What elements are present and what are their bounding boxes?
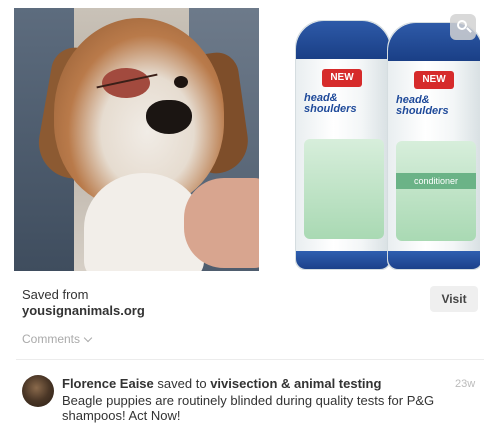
activity-action: saved to — [157, 376, 207, 391]
bottle-base — [296, 251, 390, 269]
pin-image[interactable]: NEW head& shoulders NEW head& shoulders … — [14, 8, 480, 271]
chevron-down-icon — [83, 333, 93, 342]
shampoo-photo: NEW head& shoulders NEW head& shoulders … — [269, 8, 480, 271]
pin-description: Beagle puppies are routinely blinded dur… — [62, 393, 435, 423]
brand-logo: head& shoulders — [396, 95, 476, 117]
comments-label: Comments — [22, 332, 81, 346]
magnify-icon-handle — [466, 27, 472, 33]
saved-from-label: Saved from — [22, 287, 89, 302]
leaf-panel — [396, 141, 476, 241]
brand-line-2: shoulders — [304, 103, 357, 115]
dog-nose — [146, 100, 192, 134]
brand-line-2: shoulders — [396, 105, 449, 117]
zoom-button[interactable] — [450, 14, 476, 40]
conditioner-label: conditioner — [396, 173, 476, 189]
brand-logo: head& shoulders — [304, 93, 384, 115]
new-badge: NEW — [322, 69, 362, 87]
activity-entry: Florence Eaise saved to vivisection & an… — [62, 376, 442, 423]
conditioner-bottle: NEW head& shoulders conditioner — [387, 22, 480, 270]
visit-button[interactable]: Visit — [430, 286, 478, 312]
comments-toggle[interactable]: Comments — [22, 332, 93, 346]
bottle-base — [388, 251, 480, 269]
new-badge: NEW — [414, 71, 454, 89]
dog-eye — [174, 76, 188, 88]
bottle-cap — [296, 21, 390, 59]
holding-hand — [184, 178, 259, 268]
board-link[interactable]: vivisection & animal testing — [210, 376, 381, 391]
user-name-link[interactable]: Florence Eaise — [62, 376, 154, 391]
dog-photo — [14, 8, 259, 271]
source-domain-link[interactable]: yousignanimals.org — [22, 303, 145, 318]
avatar[interactable] — [22, 375, 54, 407]
timestamp: 23w — [455, 378, 476, 390]
divider — [16, 359, 484, 360]
shampoo-bottle: NEW head& shoulders — [295, 20, 391, 270]
leaf-panel — [304, 139, 384, 239]
